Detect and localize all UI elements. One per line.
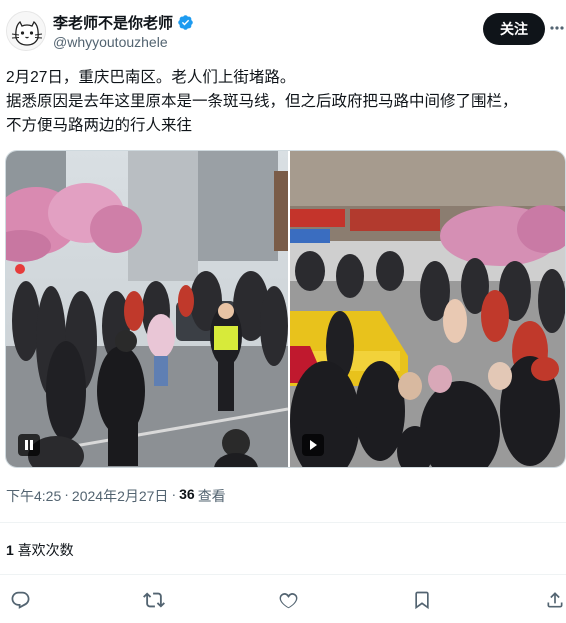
tweet-actions [0, 578, 566, 622]
tweet-date[interactable]: 2024年2月27日 [72, 486, 169, 506]
play-icon[interactable] [302, 434, 324, 456]
video-left[interactable] [6, 151, 288, 467]
bookmark-icon[interactable] [410, 588, 434, 612]
display-name-text: 李老师不是你老师 [53, 15, 174, 32]
avatar-cat-icon [7, 12, 45, 50]
likes-count: 1 [6, 542, 14, 558]
display-name[interactable]: 李老师不是你老师 [53, 12, 194, 33]
tweet-text-line: 据悉原因是去年这里原本是一条斑马线，但之后政府把马路中间修了围栏， [6, 93, 518, 110]
tweet-text-line: 不方便马路两边的行人来往 [6, 117, 193, 134]
retweet-icon[interactable] [142, 588, 166, 612]
meta-separator: · [64, 486, 69, 502]
share-icon[interactable] [543, 588, 566, 612]
likes-summary[interactable]: 1 喜欢次数 [6, 540, 74, 560]
divider [0, 574, 566, 575]
likes-label: 喜欢次数 [17, 542, 74, 558]
meta-separator: · [171, 486, 177, 502]
avatar[interactable] [6, 11, 46, 51]
tweet-time[interactable]: 下午4:25 [6, 486, 61, 506]
verified-badge-icon [177, 14, 194, 31]
street-crowd-video-frame [6, 151, 288, 467]
tweet-text-line: 2月27日，重庆巴南区。老人们上街堵路。 [6, 69, 296, 86]
tweet-media [5, 150, 566, 468]
like-icon[interactable] [276, 588, 300, 612]
crowd-on-road-video-frame [290, 151, 565, 467]
divider [0, 522, 566, 523]
follow-button[interactable]: 关注 [483, 13, 545, 45]
video-right[interactable] [290, 151, 565, 467]
more-options-icon[interactable] [550, 18, 564, 38]
views-label: 查看 [197, 488, 226, 504]
views-count: 36 [179, 486, 195, 502]
pause-icon[interactable] [18, 434, 40, 456]
tweet-header: 李老师不是你老师 @whyyoutouzhele 关注 [0, 0, 566, 62]
reply-icon[interactable] [8, 588, 32, 612]
tweet-meta: 下午4:25 · 2024年2月27日 · 36 查看 [6, 486, 226, 506]
tweet-text: 2月27日，重庆巴南区。老人们上街堵路。 据悉原因是去年这里原本是一条斑马线，但… [6, 66, 562, 138]
user-handle[interactable]: @whyyoutouzhele [53, 34, 168, 50]
